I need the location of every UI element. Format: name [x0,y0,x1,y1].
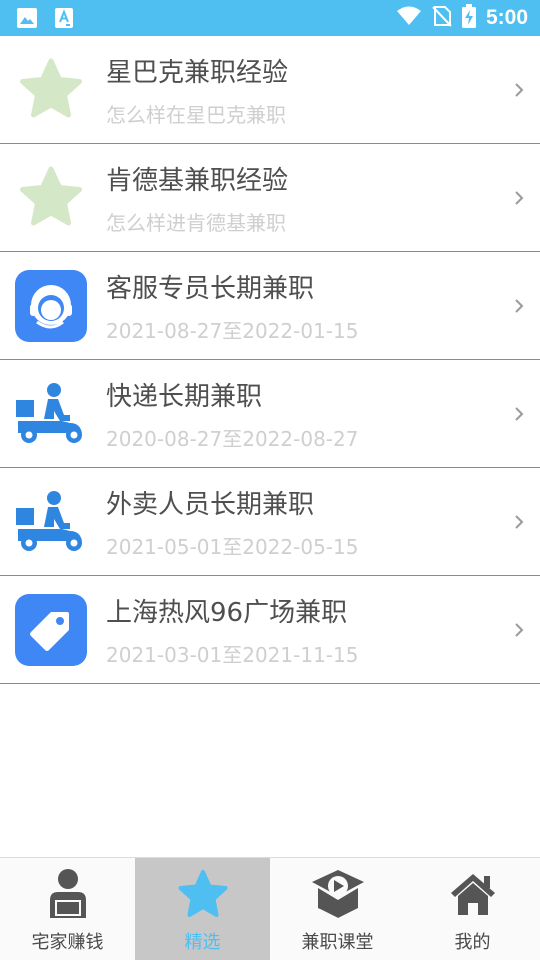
text-a-icon [54,7,74,33]
tab-label: 宅家赚钱 [31,932,104,953]
image-icon [16,7,38,33]
chevron-right-icon [515,191,524,205]
video-course-icon [308,866,368,922]
item-title: 肯德基兼职经验 [106,166,289,196]
tab-label: 我的 [454,932,491,953]
home-icon [443,866,503,922]
headset-agent-icon [15,270,87,342]
item-title: 星巴克兼职经验 [106,58,289,88]
chevron-right-icon [515,83,524,97]
tab-label: 兼职课堂 [301,932,374,953]
star-icon [14,161,88,235]
person-laptop-icon [38,866,98,922]
price-tag-icon [15,594,87,666]
item-subtitle: 怎么样在星巴克兼职 [106,103,286,127]
star-icon [14,53,88,127]
tab-home-earn[interactable]: 宅家赚钱 [0,858,135,960]
chevron-right-icon [515,407,524,421]
list-item[interactable]: 肯德基兼职经验 怎么样进肯德基兼职 [0,144,540,252]
status-time: 5:00 [485,6,528,29]
item-subtitle: 2021-05-01至2022-05-15 [106,535,359,559]
chevron-right-icon [515,515,524,529]
list-item[interactable]: 客服专员长期兼职 2021-08-27至2022-01-15 [0,252,540,360]
list-item[interactable]: 外卖人员长期兼职 2021-05-01至2022-05-15 [0,468,540,576]
tab-mine[interactable]: 我的 [405,858,540,960]
bottom-nav: 宅家赚钱 精选 兼职课堂 我的 [0,857,540,960]
list-item[interactable]: 快递长期兼职 2020-08-27至2022-08-27 [0,360,540,468]
delivery-scooter-icon [14,485,88,559]
job-list: 星巴克兼职经验 怎么样在星巴克兼职 肯德基兼职经验 怎么样进肯德基兼职 客服专员… [0,36,540,684]
list-item[interactable]: 星巴克兼职经验 怎么样在星巴克兼职 [0,36,540,144]
battery-charging-icon [461,4,476,32]
tab-label: 精选 [184,932,221,953]
chevron-right-icon [515,299,524,313]
item-title: 上海热风96广场兼职 [106,598,348,628]
item-subtitle: 怎么样进肯德基兼职 [106,211,286,235]
star-icon [173,866,233,922]
no-sim-icon [432,5,452,31]
tab-course[interactable]: 兼职课堂 [270,858,405,960]
wifi-icon [396,6,422,30]
tab-featured[interactable]: 精选 [135,858,270,960]
list-item[interactable]: 上海热风96广场兼职 2021-03-01至2021-11-15 [0,576,540,684]
item-title: 客服专员长期兼职 [106,274,315,304]
item-subtitle: 2021-03-01至2021-11-15 [106,643,359,667]
delivery-scooter-icon [14,377,88,451]
status-bar: 5:00 [0,0,540,36]
item-title: 快递长期兼职 [106,382,263,412]
item-title: 外卖人员长期兼职 [106,490,315,520]
item-subtitle: 2021-08-27至2022-01-15 [106,319,359,343]
chevron-right-icon [515,623,524,637]
item-subtitle: 2020-08-27至2022-08-27 [106,427,359,451]
